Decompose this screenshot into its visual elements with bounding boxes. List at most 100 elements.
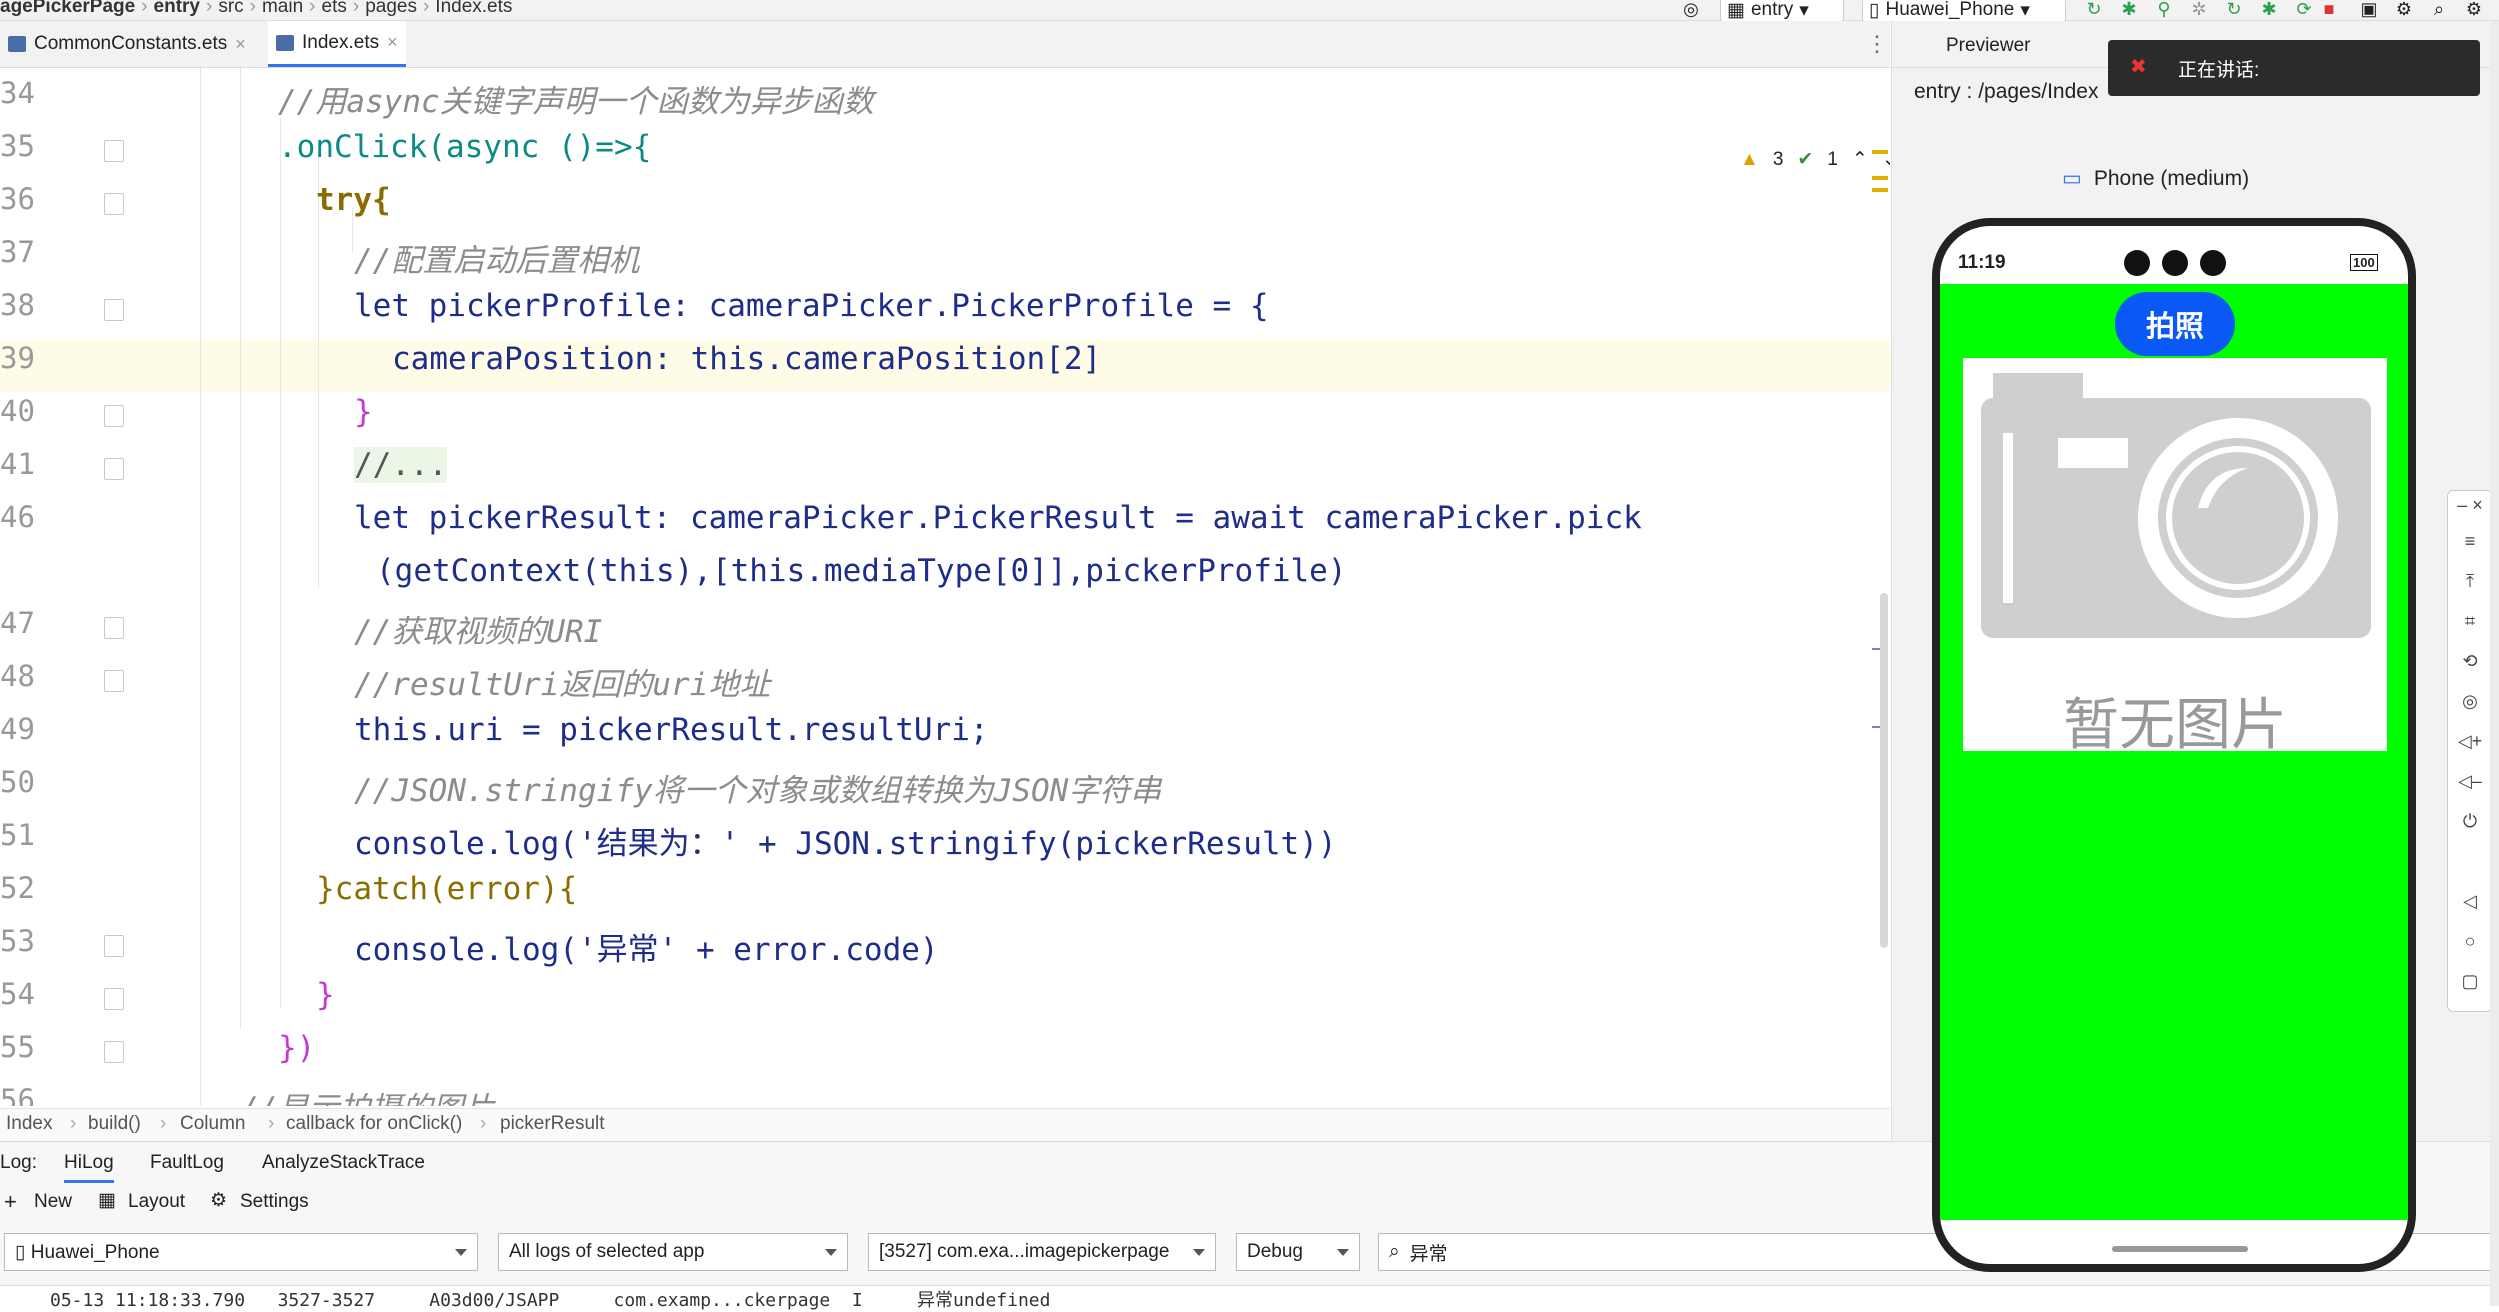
volume-down-icon[interactable]: ◁– [2448,771,2492,792]
line-number: 56 [0,1083,35,1106]
fold-marker[interactable] [104,299,124,321]
top-icon[interactable]: ⤒ [2448,571,2492,592]
line-number: 54 [0,977,35,1011]
tab-analyzestacktrace[interactable]: AnalyzeStackTrace [262,1152,425,1174]
warning-icon: ▲ [1740,148,1759,170]
line-number: 39 [0,341,35,375]
line-number: 50 [0,765,35,799]
marker[interactable] [1872,188,1888,192]
code-line-41-folded[interactable]: //... [354,447,448,483]
line-number: 51 [0,818,35,852]
profile-icon[interactable]: ✲ [2188,0,2210,20]
minimize-icon[interactable]: – × [2448,495,2492,516]
location-icon[interactable]: ◎ [2448,691,2492,712]
breadcrumb-ets[interactable]: ets [322,0,347,17]
take-photo-button[interactable]: 拍照 [2115,292,2235,356]
marker[interactable] [1872,150,1888,154]
indent-guide [280,118,281,1008]
chevron-up-icon[interactable]: ⌃ [1852,148,1868,171]
code-line-34: //用async关键字声明一个函数为异步函数 [278,84,874,120]
device-label[interactable]: ▭ Phone (medium) [2062,166,2249,191]
rotate-icon[interactable]: ⟲ [2448,651,2492,672]
breadcrumb-main[interactable]: main [262,0,303,17]
more-icon[interactable]: ⋮ [1866,31,1888,57]
plus-icon: + [4,1189,17,1214]
close-icon[interactable]: × [235,34,246,55]
marker[interactable] [1872,176,1888,180]
fold-marker[interactable] [104,405,124,427]
fold-marker[interactable] [104,458,124,480]
home-icon[interactable]: ○ [2448,931,2492,952]
fold-marker[interactable] [104,935,124,957]
code-line-48: //resultUri返回的uri地址 [354,667,771,703]
previewer-title: Previewer [1946,35,2031,56]
fold-marker[interactable] [104,140,124,162]
new-button[interactable]: New [34,1191,72,1213]
device-select[interactable]: ▯ Huawei_Phone ▾ [1862,0,2066,22]
log-scope-select[interactable]: All logs of selected app [498,1233,848,1271]
refresh-icon[interactable]: ↻ [2083,0,2105,20]
tab-faultlog[interactable]: FaultLog [150,1152,224,1174]
weak-warning-count: 1 [1827,148,1838,170]
fold-marker[interactable] [104,670,124,692]
settings-button[interactable]: Settings [240,1191,309,1213]
apply-changes-icon[interactable]: ✱ [2258,0,2280,20]
device-manager-icon[interactable]: ▣ [2358,0,2380,20]
fold-marker[interactable] [104,617,124,639]
editor-scrollbar[interactable] [1880,593,1888,948]
previewer-path[interactable]: entry : /pages/Index [1914,80,2098,104]
menu-icon[interactable]: ≡ [2448,531,2492,552]
debug-icon[interactable]: ✱ [2118,0,2140,20]
crop-icon[interactable]: ⌗ [2448,611,2492,632]
gear-icon[interactable]: ⚙ [2463,0,2485,20]
mic-muted-icon: ✖ [2130,56,2147,78]
speaking-text: 正在讲话: [2178,59,2260,81]
fold-marker[interactable] [104,988,124,1010]
stop-icon[interactable]: ■ [2318,0,2340,20]
breadcrumb-src[interactable]: src [218,0,243,17]
breadcrumb-file[interactable]: Index.ets [435,0,512,17]
code-editor[interactable]: 34 35 36 37 38 39 40 41 46 47 48 49 50 5… [0,68,1890,1106]
crumb-callback[interactable]: callback for onClick() [286,1113,462,1135]
back-icon[interactable]: ◁ [2448,891,2492,912]
log-output[interactable]: 05-13 11:18:33.790 3527-3527 A03d00/JSAP… [0,1286,2499,1311]
inspection-widget[interactable]: ▲ 3 ✔ 1 ⌃ ⌄ [1740,148,1890,171]
tab-index[interactable]: Index.ets × [268,21,406,67]
code-breadcrumb: Index › build() › Column › callback for … [0,1108,1890,1141]
code-line-38: let pickerProfile: cameraPicker.PickerPr… [354,288,1269,324]
log-device-select[interactable]: ▯ Huawei_Phone [4,1233,478,1271]
tab-common-constants[interactable]: CommonConstants.ets × [0,21,254,67]
fold-marker[interactable] [104,193,124,215]
fold-marker[interactable] [104,1041,124,1063]
breadcrumb-pages[interactable]: pages [365,0,417,17]
close-icon[interactable]: × [387,32,398,53]
log-process-select[interactable]: [3527] com.exa...imagepickerpage [868,1233,1216,1271]
right-tool-strip[interactable] [2490,21,2499,1306]
target-icon[interactable]: ◎ [1680,0,1702,20]
log-level-select[interactable]: Debug [1236,1233,1360,1271]
tab-hilog[interactable]: HiLog [64,1152,114,1183]
search-icon[interactable]: ⌕ [2428,0,2450,20]
crumb-column[interactable]: Column [180,1113,245,1135]
attach-icon[interactable]: ⚲ [2153,0,2175,20]
line-number: 38 [0,288,35,322]
layout-button[interactable]: Layout [128,1191,185,1213]
power-icon[interactable]: ⏻ [2448,811,2492,832]
crumb-index[interactable]: Index [6,1113,52,1135]
crumb-build[interactable]: build() [88,1113,141,1135]
line-number: 34 [0,76,35,110]
log-scope-label: All logs of selected app [509,1241,705,1262]
line-number: 35 [0,129,35,163]
line-number: 36 [0,182,35,216]
breadcrumb-project[interactable]: agePickerPage [0,0,135,17]
line-number: 37 [0,235,35,269]
recents-icon[interactable]: ▢ [2448,971,2492,992]
breadcrumb-entry[interactable]: entry [154,0,200,17]
run-config-select[interactable]: ▦ entry ▾ [1720,0,1844,22]
crumb-pickerresult[interactable]: pickerResult [500,1113,605,1135]
settings-icon[interactable]: ⚙ [2393,0,2415,20]
rerun-icon[interactable]: ↻ [2223,0,2245,20]
no-image-text: 暂无图片 [2063,693,2287,756]
hot-reload-icon[interactable]: ⟳ [2293,0,2315,20]
volume-up-icon[interactable]: ◁+ [2448,731,2492,752]
